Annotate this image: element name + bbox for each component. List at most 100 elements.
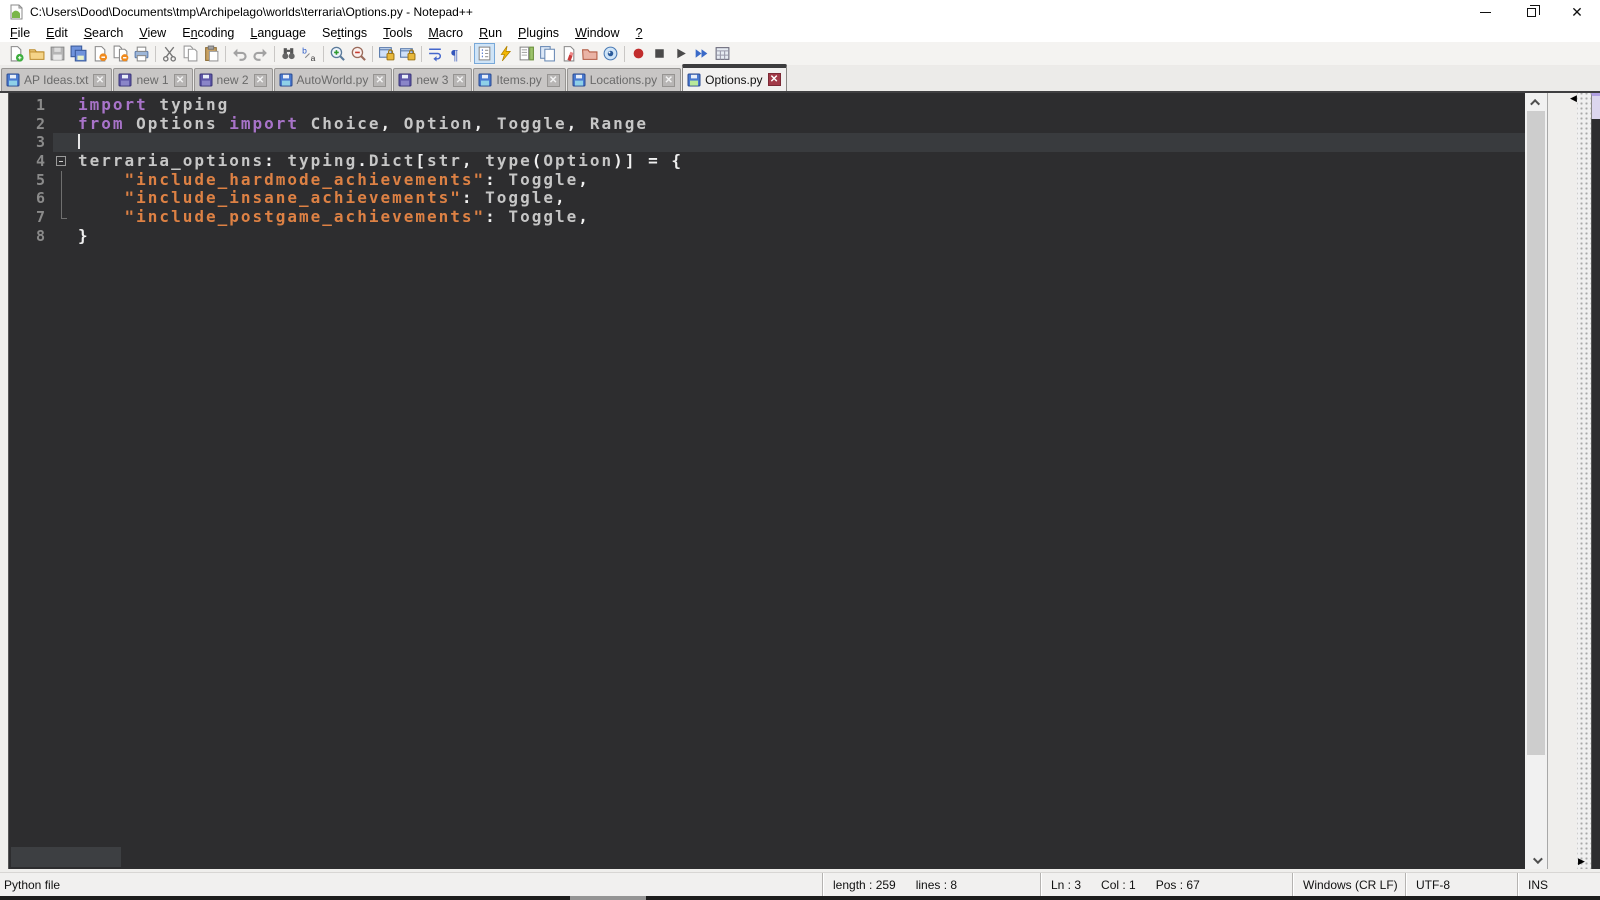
find-icon[interactable]	[278, 43, 299, 64]
function-list-icon[interactable]	[495, 43, 516, 64]
code-line-2[interactable]: 2 from Options import Choice, Option, Tog…	[9, 114, 1525, 134]
tab-ap-ideas-txt[interactable]: AP Ideas.txt ✕	[1, 68, 113, 91]
paste-icon[interactable]	[201, 43, 222, 64]
close-file-icon[interactable]	[89, 43, 110, 64]
tab-close-icon[interactable]: ✕	[253, 73, 267, 87]
tab-locations-py[interactable]: Locations.py ✕	[566, 68, 682, 91]
macro-run-multiple-icon[interactable]	[691, 43, 712, 64]
text-caret	[78, 134, 80, 150]
vertical-scrollbar-track[interactable]	[1525, 111, 1547, 851]
word-wrap-icon[interactable]	[425, 43, 446, 64]
code-line-5[interactable]: 5 "include_hardmode_achievements": Toggl…	[9, 170, 1525, 190]
restore-button[interactable]	[1508, 0, 1554, 24]
save-icon[interactable]	[47, 43, 68, 64]
taskbar-sliver	[0, 896, 1600, 900]
menu-item-search[interactable]: Search	[76, 25, 132, 41]
status-eol-format[interactable]: Windows (CR LF)	[1292, 873, 1405, 896]
menu-item-encoding[interactable]: Encoding	[174, 25, 242, 41]
tab-close-icon[interactable]: ✕	[767, 73, 781, 86]
tab-options-py[interactable]: Options.py ✕	[682, 64, 787, 91]
close-button[interactable]: ✕	[1554, 0, 1600, 24]
view-splitter[interactable]: ◀ ▶	[1570, 93, 1591, 869]
menu-item-file[interactable]: File	[2, 25, 38, 41]
tab-close-icon[interactable]: ✕	[546, 73, 560, 87]
open-file-icon[interactable]	[26, 43, 47, 64]
secondary-view-tab-partial[interactable]	[1591, 93, 1600, 119]
vertical-scrollbar-thumb[interactable]	[1527, 111, 1545, 755]
indent-guide-icon[interactable]	[474, 43, 495, 64]
tab-close-icon[interactable]: ✕	[93, 73, 107, 87]
horizontal-scrollbar[interactable]	[11, 847, 311, 867]
code-editor[interactable]: 1 import typing 2 from Options import Choic…	[8, 93, 1525, 869]
code-line-4[interactable]: 4 terraria_options: typing.Dict[str, type…	[9, 151, 1525, 171]
tab-close-icon[interactable]: ✕	[662, 73, 676, 87]
copy-icon[interactable]	[180, 43, 201, 64]
toolbar-separator	[225, 45, 226, 62]
file-monitoring-icon[interactable]	[558, 43, 579, 64]
tab-new-2[interactable]: new 2 ✕	[193, 68, 273, 91]
scroll-down-arrow-icon[interactable]	[1525, 851, 1547, 869]
undo-icon[interactable]	[229, 43, 250, 64]
tab-label: Locations.py	[589, 73, 658, 87]
code-line-6[interactable]: 6 "include_insane_achievements": Toggle,	[9, 189, 1525, 209]
open-folder-icon[interactable]	[579, 43, 600, 64]
tab-close-icon[interactable]: ✕	[173, 73, 187, 87]
cut-icon[interactable]	[159, 43, 180, 64]
fold-collapse-icon[interactable]	[53, 152, 71, 171]
tab-items-py[interactable]: Items.py ✕	[473, 68, 566, 91]
minimize-button[interactable]	[1462, 0, 1508, 24]
tab-close-icon[interactable]: ✕	[453, 73, 467, 87]
close-all-icon[interactable]	[110, 43, 131, 64]
line-number: 8	[9, 226, 53, 246]
tab-new-3[interactable]: new 3 ✕	[393, 68, 473, 91]
menu-item-edit[interactable]: Edit	[38, 25, 76, 41]
document-map-icon[interactable]	[516, 43, 537, 64]
new-file-icon[interactable]	[5, 43, 26, 64]
tab-scroll-right-icon[interactable]: ▶	[1578, 856, 1585, 867]
status-line-number: Ln : 3	[1051, 877, 1082, 892]
redo-icon[interactable]	[250, 43, 271, 64]
status-length-lines: length : 259 lines : 8	[822, 873, 1040, 896]
scroll-up-arrow-icon[interactable]	[1525, 93, 1547, 111]
code-line-8[interactable]: 8}	[9, 226, 1525, 246]
menu-item-window[interactable]: Window	[567, 25, 627, 41]
menu-item-[interactable]: ?	[628, 25, 651, 41]
status-insert-mode[interactable]: INS	[1517, 873, 1600, 896]
vertical-scrollbar[interactable]	[1525, 93, 1547, 869]
tab-new-1[interactable]: new 1 ✕	[113, 68, 193, 91]
status-encoding[interactable]: UTF-8	[1405, 873, 1517, 896]
menu-item-run[interactable]: Run	[471, 25, 510, 41]
zoom-out-icon[interactable]	[348, 43, 369, 64]
code-line-1[interactable]: 1 import typing	[9, 95, 1525, 115]
svg-text:b: b	[302, 46, 307, 56]
macro-save-icon[interactable]	[712, 43, 733, 64]
floppy-save-icon	[572, 73, 586, 87]
print-icon[interactable]	[131, 43, 152, 64]
macro-play-icon[interactable]	[670, 43, 691, 64]
show-all-characters-icon[interactable]: ¶	[446, 43, 467, 64]
horizontal-scrollbar-thumb[interactable]	[11, 847, 121, 867]
macro-stop-icon[interactable]	[649, 43, 670, 64]
tab-autoworld-py[interactable]: AutoWorld.py ✕	[273, 68, 393, 91]
replace-icon[interactable]: ba	[299, 43, 320, 64]
svg-text:¶: ¶	[451, 47, 458, 62]
sync-vertical-scroll-icon[interactable]	[376, 43, 397, 64]
code-line-7[interactable]: 7 "include_postgame_achievements": Toggl…	[9, 207, 1525, 227]
menu-item-language[interactable]: Language	[242, 25, 314, 41]
save-all-icon[interactable]	[68, 43, 89, 64]
menu-item-view[interactable]: View	[131, 25, 174, 41]
macro-record-icon[interactable]	[628, 43, 649, 64]
menu-item-tools[interactable]: Tools	[375, 25, 420, 41]
view-eye-icon[interactable]	[600, 43, 621, 64]
document-switcher-icon[interactable]	[537, 43, 558, 64]
zoom-in-icon[interactable]	[327, 43, 348, 64]
menu-item-settings[interactable]: Settings	[314, 25, 375, 41]
floppy-save-icon	[478, 73, 492, 87]
floppy-save-icon	[6, 73, 20, 87]
tab-close-icon[interactable]: ✕	[373, 73, 387, 87]
menu-item-macro[interactable]: Macro	[420, 25, 471, 41]
sync-horizontal-scroll-icon[interactable]	[397, 43, 418, 64]
code-line-3[interactable]: 3	[9, 133, 1525, 153]
menu-item-plugins[interactable]: Plugins	[510, 25, 567, 41]
tab-scroll-left-icon[interactable]: ◀	[1570, 93, 1577, 104]
